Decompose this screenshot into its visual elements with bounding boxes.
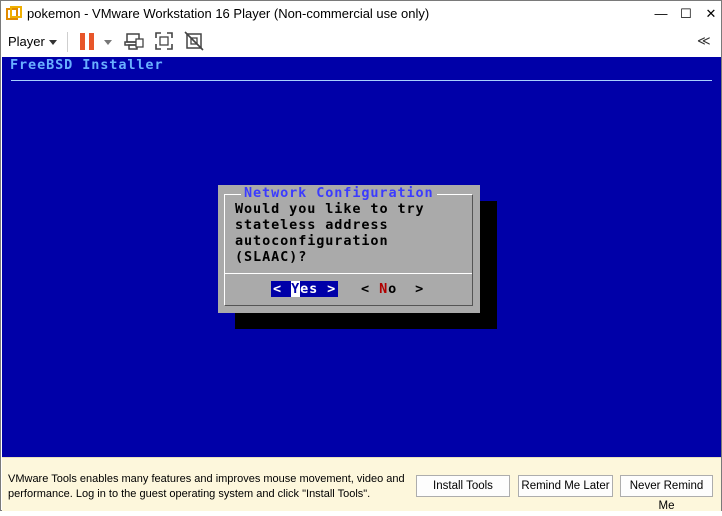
send-ctrl-alt-del-icon[interactable] [124,31,144,51]
guest-console[interactable]: FreeBSD Installer Network Configuration … [2,57,721,457]
player-menu[interactable]: Player [8,34,45,49]
collapse-toolbar-icon[interactable]: ≪ [697,33,711,49]
close-button[interactable]: ✕ [696,1,722,27]
installer-header: FreeBSD Installer [10,57,164,73]
no-prefix: < [361,281,380,297]
install-tools-button[interactable]: Install Tools [416,475,510,497]
dialog-title: Network Configuration [241,185,437,201]
title-bar[interactable]: pokemon - VMware Workstation 16 Player (… [1,1,721,27]
dialog-separator [225,273,472,274]
window-title: pokemon - VMware Workstation 16 Player (… [27,6,430,21]
yes-suffix: es > [300,281,337,297]
network-config-dialog: Network Configuration Would you like to … [218,185,480,313]
yes-button[interactable]: < Yes > [271,281,339,297]
header-divider [11,80,712,81]
no-button[interactable]: < No > [361,281,424,297]
unity-icon[interactable] [184,31,204,51]
yes-hotkey: Y [291,281,301,297]
toolbar: Player ≪ [1,27,721,57]
no-suffix: o > [388,281,425,297]
vmware-tools-notification: VMware Tools enables many features and i… [2,457,721,512]
power-options-chevron-down-icon[interactable] [104,40,112,45]
vmware-window: pokemon - VMware Workstation 16 Player (… [0,0,722,512]
fit-guest-icon[interactable] [154,31,174,51]
notification-message: VMware Tools enables many features and i… [8,473,405,500]
remind-later-button[interactable]: Remind Me Later [518,475,613,497]
never-remind-button[interactable]: Never Remind Me [620,475,713,512]
toolbar-divider [67,32,68,52]
yes-prefix: < [273,281,292,297]
dialog-message: Would you like to try stateless address … [235,201,425,265]
pause-icon[interactable] [80,33,94,50]
chevron-down-icon[interactable] [49,40,57,45]
vmware-app-icon [6,6,22,20]
no-hotkey: N [379,281,389,297]
